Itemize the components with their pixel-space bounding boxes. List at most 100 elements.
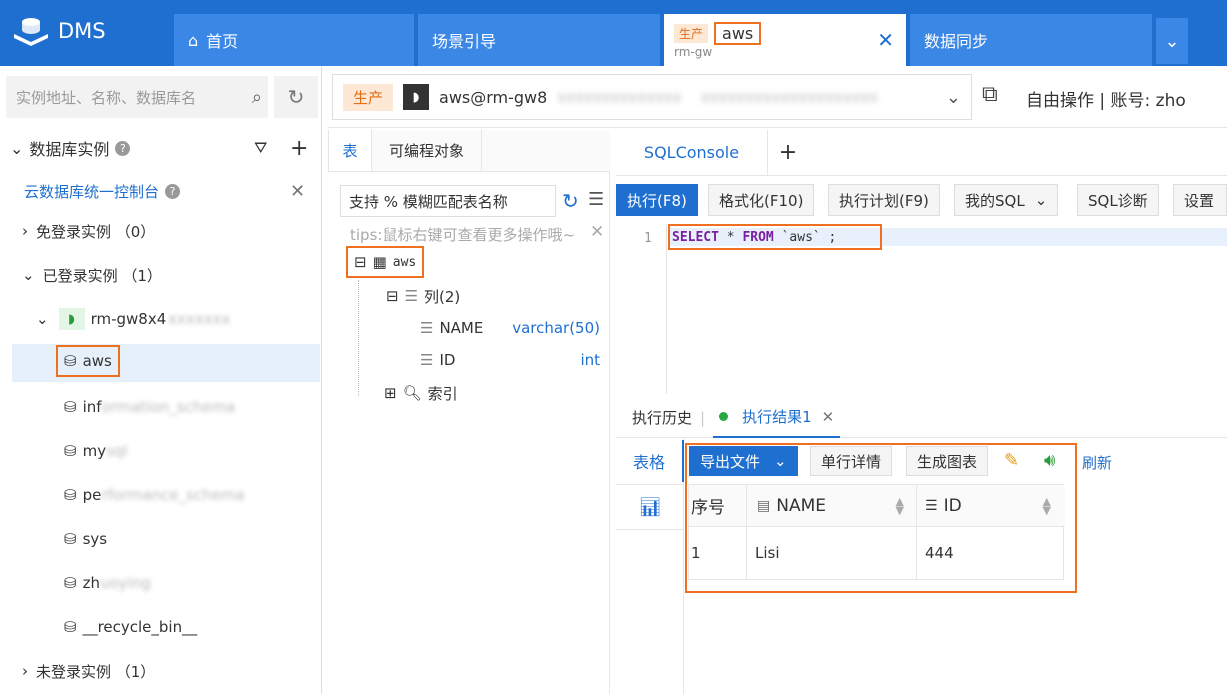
status-dot (719, 412, 729, 421)
menu-icon[interactable]: ☰ (588, 189, 604, 210)
format-button[interactable]: 格式化(F10) (708, 184, 815, 216)
tab-result[interactable]: 执行结果1 ✕ (713, 398, 841, 438)
brand-label: DMS (58, 19, 106, 43)
bar-chart-icon: 📊︎ (638, 496, 662, 518)
group-logged-in[interactable]: ⌄ 已登录实例 （1） (22, 260, 162, 290)
database-icon: ⛁ (64, 486, 77, 504)
cell-value: Lisi (755, 544, 780, 562)
sql-editor[interactable]: SELECT * FROM `aws` ; (668, 224, 882, 250)
db-item-aws[interactable]: ⛁ aws (56, 345, 120, 377)
close-icon[interactable]: ✕ (290, 181, 305, 202)
edit-icon[interactable]: ✎ (1004, 450, 1019, 471)
key-icon: 🔍︎ (402, 384, 422, 402)
dms-logo[interactable]: DMS (12, 14, 106, 48)
collapse-icon[interactable]: ⊟ (354, 253, 367, 271)
table-filter-input[interactable]: 支持 % 模糊匹配表名称 (340, 185, 556, 217)
column-name: NAME (439, 319, 484, 337)
console-link-row[interactable]: 云数据库统一控制台 ? ✕ (24, 176, 314, 206)
settings-button[interactable]: 设置 (1173, 184, 1227, 216)
db-item[interactable]: ⛁ sys (64, 524, 107, 554)
column-header-id[interactable]: ☰ ID ▲ ▼ (917, 485, 1063, 527)
column-node[interactable]: ☰ NAME varchar(50) (420, 313, 600, 343)
tab-programmable-label: 可编程对象 (388, 142, 464, 160)
columns-node[interactable]: ⊟ ☰ 列(2) (386, 281, 460, 311)
column-node[interactable]: ☰ ID int (420, 345, 600, 375)
database-icon: ⛁ (64, 442, 77, 460)
table-row[interactable]: 1 Lisi 444 (689, 527, 1063, 579)
blurred-text: uoying (99, 574, 151, 592)
connection-select[interactable]: 生产 ◗ aws@rm-gw8 xxxxxxxxxxxxxx xxxxxxxxx… (332, 74, 972, 120)
index-node[interactable]: ⊞ 🔍︎ 索引 (384, 378, 458, 408)
side-table-label: 表格 (632, 453, 665, 472)
group-not-logged[interactable]: › 未登录实例 （1） (22, 656, 155, 686)
db-item[interactable]: ⛁ pe rformance_schema (64, 480, 245, 510)
my-sql-button[interactable]: 我的SQL ⌄ (954, 184, 1059, 216)
chevron-down-icon: ⌄ (774, 452, 787, 470)
tab-home[interactable]: ⌂ 首页 (174, 14, 414, 66)
copy-icon[interactable]: ⧉ (982, 82, 998, 107)
refresh-link[interactable]: 刷新 (1082, 452, 1112, 473)
help-icon[interactable]: ? (115, 140, 131, 156)
tab-programmable[interactable]: 可编程对象 (372, 130, 482, 171)
column-header-name[interactable]: ▤ NAME ▲ ▼ (747, 484, 917, 527)
blurred-text: xxxxxxxxxxxxxx xxxxxxxxxxxxxxxxxxxx (557, 88, 879, 106)
section-db-instances[interactable]: ⌄ 数据库实例 ? ⛛ + (10, 133, 310, 163)
header-label: ID (943, 495, 962, 516)
group-label: 已登录实例 （1） (42, 266, 162, 285)
table-cell[interactable]: 444 (917, 527, 1063, 579)
connection-label: aws@rm-gw8 (439, 87, 548, 107)
close-icon[interactable]: ✕ (877, 28, 894, 52)
tab-data-sync[interactable]: 数据同步 (910, 14, 1152, 66)
search-icon[interactable]: ⌕ (252, 87, 262, 108)
close-icon[interactable]: ✕ (822, 408, 835, 426)
instance-search-input[interactable]: 实例地址、名称、数据库名 ⌕ (6, 76, 268, 118)
filter-icon[interactable]: ⛛ (254, 138, 267, 158)
row-detail-button[interactable]: 单行详情 (810, 446, 893, 476)
tab-data-sync-label: 数据同步 (924, 32, 989, 51)
console-link[interactable]: 云数据库统一控制台 (24, 181, 159, 202)
refresh-icon[interactable]: ↻ (562, 189, 579, 213)
refresh-button[interactable]: ↻ (274, 76, 318, 118)
db-item[interactable]: ⛁ inf ormation_schema (64, 392, 235, 422)
sql-text: * (718, 229, 743, 245)
add-icon[interactable]: + (290, 136, 308, 161)
side-tab-table[interactable]: 表格 (616, 440, 684, 482)
tab-scene-guide[interactable]: 场景引导 (418, 14, 660, 66)
add-tab-button[interactable]: + (768, 130, 808, 175)
tab-aws[interactable]: 生产 aws rm-gw ✕ (664, 14, 906, 66)
plan-button[interactable]: 执行计划(F9) (828, 184, 940, 216)
speaker-icon[interactable]: 🔊︎ (1044, 450, 1055, 471)
close-icon[interactable]: ✕ (590, 222, 604, 242)
side-tab-chart[interactable]: 📊︎ (616, 484, 684, 530)
export-button[interactable]: 导出文件 ⌄ (689, 446, 798, 476)
group-label: 免登录实例 （0） (36, 222, 156, 241)
help-icon[interactable]: ? (165, 183, 181, 199)
collapse-icon[interactable]: ⊟ (386, 287, 399, 305)
column-type: varchar(50) (512, 319, 600, 337)
run-button[interactable]: 执行(F8) (616, 184, 698, 216)
db-item[interactable]: ⛁ zh uoying (64, 568, 151, 598)
instance-row[interactable]: ⌄ ◗ rm-gw8x4 xxxxxxx (36, 304, 230, 334)
sort-icon[interactable]: ▲ ▼ (896, 496, 904, 516)
file-icon: ▤ (757, 497, 771, 514)
cell-value: 1 (691, 544, 701, 562)
tab-more-button[interactable]: ⌄ (1156, 18, 1188, 64)
db-item[interactable]: ⛁ my sql (64, 436, 128, 466)
db-item[interactable]: ⛁ __recycle_bin__ (64, 612, 197, 642)
db-label: __recycle_bin__ (82, 618, 198, 636)
tab-sqlconsole[interactable]: SQLConsole (616, 130, 768, 175)
tab-history[interactable]: 执行历史 (632, 407, 692, 428)
chevron-down-icon: ⌄ (1164, 30, 1180, 52)
table-cell[interactable]: 1 (689, 527, 747, 579)
account-mode: 自由操作 | 账号: zho (1026, 91, 1186, 111)
mysql-icon: ◗ (58, 308, 85, 330)
db-label: aws (82, 352, 112, 370)
chart-button[interactable]: 生成图表 (906, 446, 989, 476)
group-free-login[interactable]: › 免登录实例 （0） (22, 216, 155, 246)
sort-icon[interactable]: ▲ ▼ (1043, 496, 1051, 516)
table-node-aws[interactable]: ⊟ ▦ aws (346, 246, 425, 278)
expand-icon[interactable]: ⊞ (384, 384, 397, 402)
tab-table[interactable]: 表 (328, 130, 372, 171)
diagnose-button[interactable]: SQL诊断 (1077, 184, 1159, 216)
table-cell[interactable]: Lisi (747, 527, 917, 579)
